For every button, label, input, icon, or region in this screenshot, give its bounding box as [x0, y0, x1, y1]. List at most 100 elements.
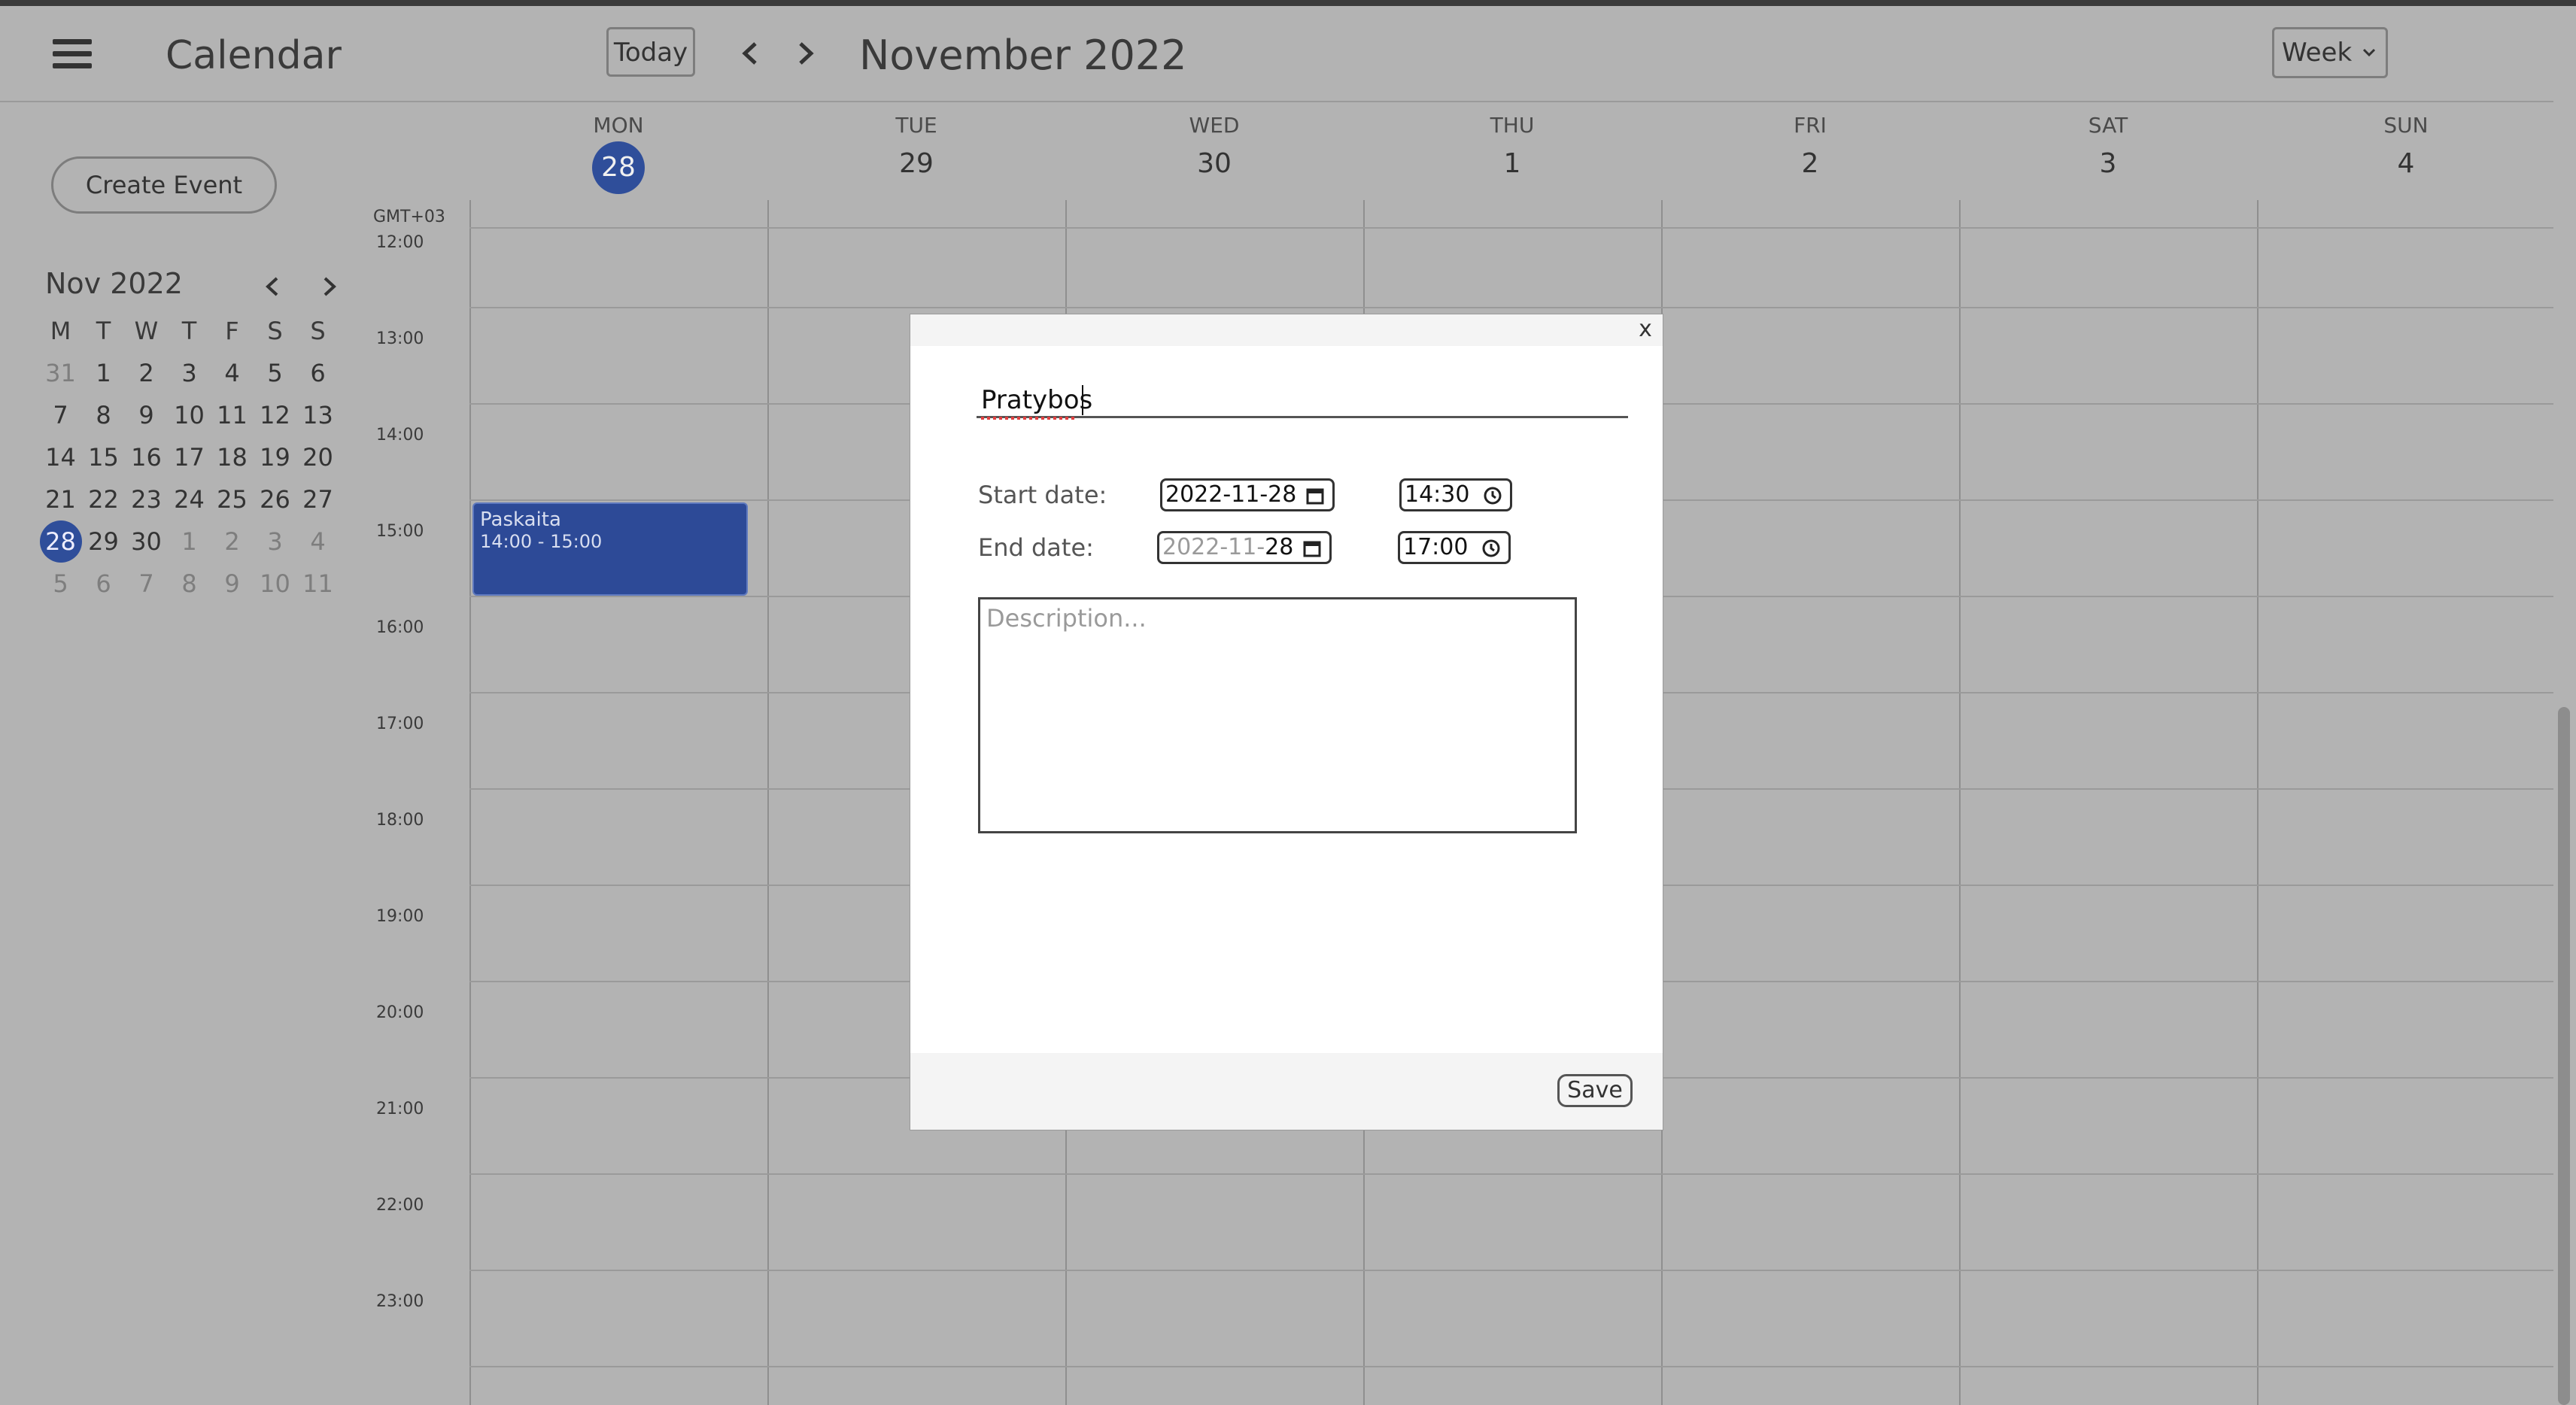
mini-day[interactable]: 10 — [168, 394, 211, 436]
create-event-button[interactable]: Create Event — [51, 156, 277, 214]
mini-day[interactable]: 6 — [296, 352, 339, 394]
mini-day[interactable]: 8 — [82, 394, 125, 436]
calendar-icon[interactable] — [1302, 539, 1322, 558]
day-header[interactable]: TUE 29 — [767, 110, 1065, 187]
mini-day[interactable]: 19 — [254, 436, 296, 478]
mini-day[interactable]: 3 — [254, 520, 296, 563]
day-name: THU — [1490, 113, 1535, 138]
view-select[interactable]: Week — [2272, 27, 2388, 78]
event-title: Paskaita — [480, 508, 561, 531]
start-time-input[interactable]: 14:30 — [1399, 478, 1512, 511]
start-date-label: Start date: — [978, 481, 1107, 509]
calendar-event[interactable]: Paskaita 14:00 - 15:00 — [472, 502, 748, 596]
day-name: FRI — [1794, 113, 1827, 138]
column-divider — [2257, 200, 2259, 1405]
chevron-right-icon[interactable] — [787, 32, 825, 75]
day-header[interactable]: THU 1 — [1363, 110, 1661, 187]
start-time-value: 14:30 — [1405, 481, 1470, 508]
mini-day[interactable]: 5 — [254, 352, 296, 394]
mini-day[interactable]: 10 — [254, 563, 296, 605]
mini-day[interactable]: 17 — [168, 436, 211, 478]
hour-label: 16:00 — [376, 618, 424, 637]
mini-calendar-title: Nov 2022 — [45, 267, 183, 300]
mini-day[interactable]: 1 — [168, 520, 211, 563]
day-number: 28 — [469, 141, 767, 194]
description-textarea[interactable]: Description... — [978, 597, 1577, 833]
day-header[interactable]: SAT 3 — [1959, 110, 2257, 187]
mini-day[interactable]: 28 — [39, 520, 82, 563]
day-header[interactable]: MON 28 — [469, 110, 767, 194]
mini-day[interactable]: 2 — [125, 352, 168, 394]
menu-icon[interactable] — [53, 39, 92, 69]
close-button[interactable]: x — [1634, 314, 1657, 346]
mini-weekday-head: S — [267, 317, 283, 345]
mini-day[interactable]: 21 — [39, 478, 82, 520]
mini-day[interactable]: 2 — [211, 520, 254, 563]
mini-day[interactable]: 15 — [82, 436, 125, 478]
mini-day[interactable]: 11 — [296, 563, 339, 605]
mini-day[interactable]: 7 — [39, 394, 82, 436]
mini-day[interactable]: 20 — [296, 436, 339, 478]
mini-day[interactable]: 24 — [168, 478, 211, 520]
mini-day[interactable]: 7 — [125, 563, 168, 605]
mini-day[interactable]: 12 — [254, 394, 296, 436]
mini-day[interactable]: 6 — [82, 563, 125, 605]
start-date-input[interactable]: 2022-11-28 — [1160, 478, 1335, 511]
chevron-down-icon — [2362, 48, 2376, 57]
mini-day[interactable]: 29 — [82, 520, 125, 563]
mini-day[interactable]: 25 — [211, 478, 254, 520]
end-date-input[interactable]: 2022-11-28 — [1157, 531, 1332, 564]
mini-day[interactable]: 11 — [211, 394, 254, 436]
mini-day[interactable]: 9 — [125, 394, 168, 436]
end-date-day: 28 — [1265, 534, 1294, 560]
month-title: November 2022 — [859, 32, 1187, 79]
text-caret — [1082, 385, 1083, 415]
day-name: SUN — [2383, 113, 2429, 138]
calendar-icon[interactable] — [1305, 486, 1325, 505]
mini-day[interactable]: 18 — [211, 436, 254, 478]
end-time-input[interactable]: 17:00 — [1398, 531, 1511, 564]
mini-day[interactable]: 3 — [168, 352, 211, 394]
end-date-muted: 2022-11- — [1162, 534, 1265, 560]
scrollbar-thumb[interactable] — [2558, 707, 2570, 1405]
clock-icon[interactable] — [1481, 539, 1501, 558]
clock-icon[interactable] — [1483, 486, 1502, 505]
header-bar: Calendar Today November 2022 Week — [0, 6, 2576, 102]
modal-header: x — [910, 314, 1663, 346]
mini-day[interactable]: 31 — [39, 352, 82, 394]
mini-day[interactable]: 22 — [82, 478, 125, 520]
hour-label: 17:00 — [376, 715, 424, 733]
mini-day[interactable]: 13 — [296, 394, 339, 436]
chevron-left-icon[interactable] — [731, 32, 769, 75]
mini-day[interactable]: 23 — [125, 478, 168, 520]
event-title-value: Pratybos — [981, 384, 1092, 420]
mini-day[interactable]: 30 — [125, 520, 168, 563]
today-button[interactable]: Today — [606, 27, 695, 77]
save-button[interactable]: Save — [1557, 1074, 1633, 1107]
day-header[interactable]: WED 30 — [1065, 110, 1363, 187]
mini-day[interactable]: 1 — [82, 352, 125, 394]
end-time-value: 17:00 — [1403, 534, 1469, 560]
calendar-app: Calendar Today November 2022 Week Create… — [0, 0, 2576, 1405]
day-name: TUE — [895, 113, 937, 138]
mini-day[interactable]: 16 — [125, 436, 168, 478]
mini-week-row: 14 15 16 17 18 19 20 — [39, 436, 355, 478]
mini-day[interactable]: 4 — [296, 520, 339, 563]
mini-prev-icon[interactable] — [257, 269, 287, 304]
mini-weekday-head: W — [134, 317, 159, 345]
day-header[interactable]: SUN 4 — [2257, 110, 2555, 187]
mini-day[interactable]: 4 — [211, 352, 254, 394]
mini-week-row: 5 6 7 8 9 10 11 — [39, 563, 355, 605]
event-modal: x Pratybos Start date: 2022-11-28 14:30 … — [910, 314, 1663, 1130]
modal-footer: Save — [910, 1053, 1663, 1130]
mini-next-icon[interactable] — [314, 269, 345, 304]
mini-week-row: 21 22 23 24 25 26 27 — [39, 478, 355, 520]
mini-day[interactable]: 27 — [296, 478, 339, 520]
mini-day[interactable]: 26 — [254, 478, 296, 520]
day-number: 4 — [2397, 148, 2415, 179]
mini-day[interactable]: 8 — [168, 563, 211, 605]
day-header[interactable]: FRI 2 — [1661, 110, 1959, 187]
mini-day[interactable]: 5 — [39, 563, 82, 605]
mini-day[interactable]: 14 — [39, 436, 82, 478]
mini-day[interactable]: 9 — [211, 563, 254, 605]
